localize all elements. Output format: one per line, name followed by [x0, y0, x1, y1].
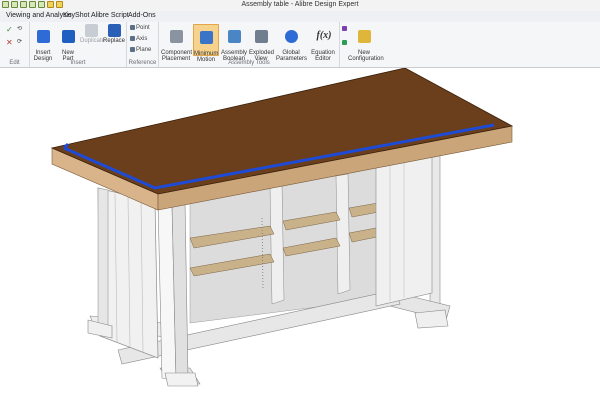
replace-icon [107, 24, 121, 37]
point-label: Point [136, 25, 150, 32]
window-title: Assembly table - Alibre Design Expert [241, 1, 359, 8]
menu-alibre-script[interactable]: Alibre Script [91, 12, 129, 19]
group-reference: Point Axis Plane Reference [127, 22, 159, 67]
assembly-model[interactable] [0, 67, 600, 400]
insert-design-icon [36, 30, 50, 43]
component-placement-button[interactable]: Component Placement [161, 24, 192, 62]
menu-keyshot[interactable]: KeyShot [63, 12, 89, 19]
group-edit: ✓ ✕ ⟲ ⟳ Edit [0, 22, 30, 67]
new-configuration-button[interactable]: New Configuration [348, 24, 384, 62]
group-label-edit: Edit [9, 60, 20, 66]
global-parameters-button[interactable]: Global Parameters [276, 24, 307, 62]
point-button[interactable]: Point [130, 25, 150, 31]
new-configuration-label: New Configuration [348, 50, 384, 62]
accept-button[interactable]: ✓ [6, 25, 13, 34]
axis-icon [130, 36, 135, 41]
assembly-boolean-button[interactable]: Assembly Boolean [221, 24, 247, 62]
equation-editor-icon: f(x) [316, 30, 332, 41]
3d-viewport[interactable] [0, 67, 600, 400]
title-bar: Assembly table - Alibre Design Expert [0, 0, 600, 11]
exploded-view-button[interactable]: Exploded View [249, 24, 274, 62]
menu-add-ons[interactable]: Add-Ons [128, 12, 156, 19]
group-assembly-tools: Component Placement Minimum Motion Assem… [159, 22, 340, 67]
group-label-assembly-tools: Assembly Tools [228, 60, 270, 66]
insert-design-button[interactable]: Insert Design [32, 24, 54, 62]
group-configuration: New Configuration [340, 22, 384, 67]
redo-icon[interactable]: ⟳ [17, 38, 22, 45]
plane-button[interactable]: Plane [130, 47, 151, 53]
group-label-insert: Insert [70, 60, 86, 66]
component-placement-icon [169, 30, 183, 43]
plane-icon [130, 47, 135, 52]
point-icon [130, 25, 135, 30]
equation-editor-button[interactable]: f(x) Equation Editor [309, 24, 337, 62]
undo-icon[interactable]: ⟲ [17, 25, 22, 32]
duplicate-button[interactable]: Duplicate [80, 24, 106, 44]
duplicate-label: Duplicate [80, 38, 106, 44]
axis-button[interactable]: Axis [130, 36, 147, 42]
replace-label: Replace [103, 38, 126, 44]
group-label-reference: Reference [128, 60, 157, 66]
plane-label: Plane [136, 47, 152, 54]
global-parameters-icon [284, 30, 298, 43]
minimum-motion-icon [199, 31, 213, 44]
minimum-motion-button[interactable]: Minimum Motion [193, 24, 219, 63]
replace-button[interactable]: Replace [103, 24, 125, 44]
exploded-view-icon [254, 30, 268, 43]
group-insert: Insert Design New Part Duplicate Replace… [30, 22, 127, 67]
axis-label: Axis [136, 36, 148, 43]
cancel-button[interactable]: ✕ [6, 38, 13, 47]
menu-viewing-and-analysis[interactable]: Viewing and Analysis [6, 12, 72, 19]
assembly-boolean-icon [227, 30, 241, 43]
new-part-icon [61, 30, 75, 43]
new-part-button[interactable]: New Part [58, 24, 78, 62]
new-configuration-icon [357, 30, 371, 43]
ribbon: ✓ ✕ ⟲ ⟳ Edit Insert Design New Part Dupl… [0, 22, 600, 68]
duplicate-icon [84, 24, 98, 37]
